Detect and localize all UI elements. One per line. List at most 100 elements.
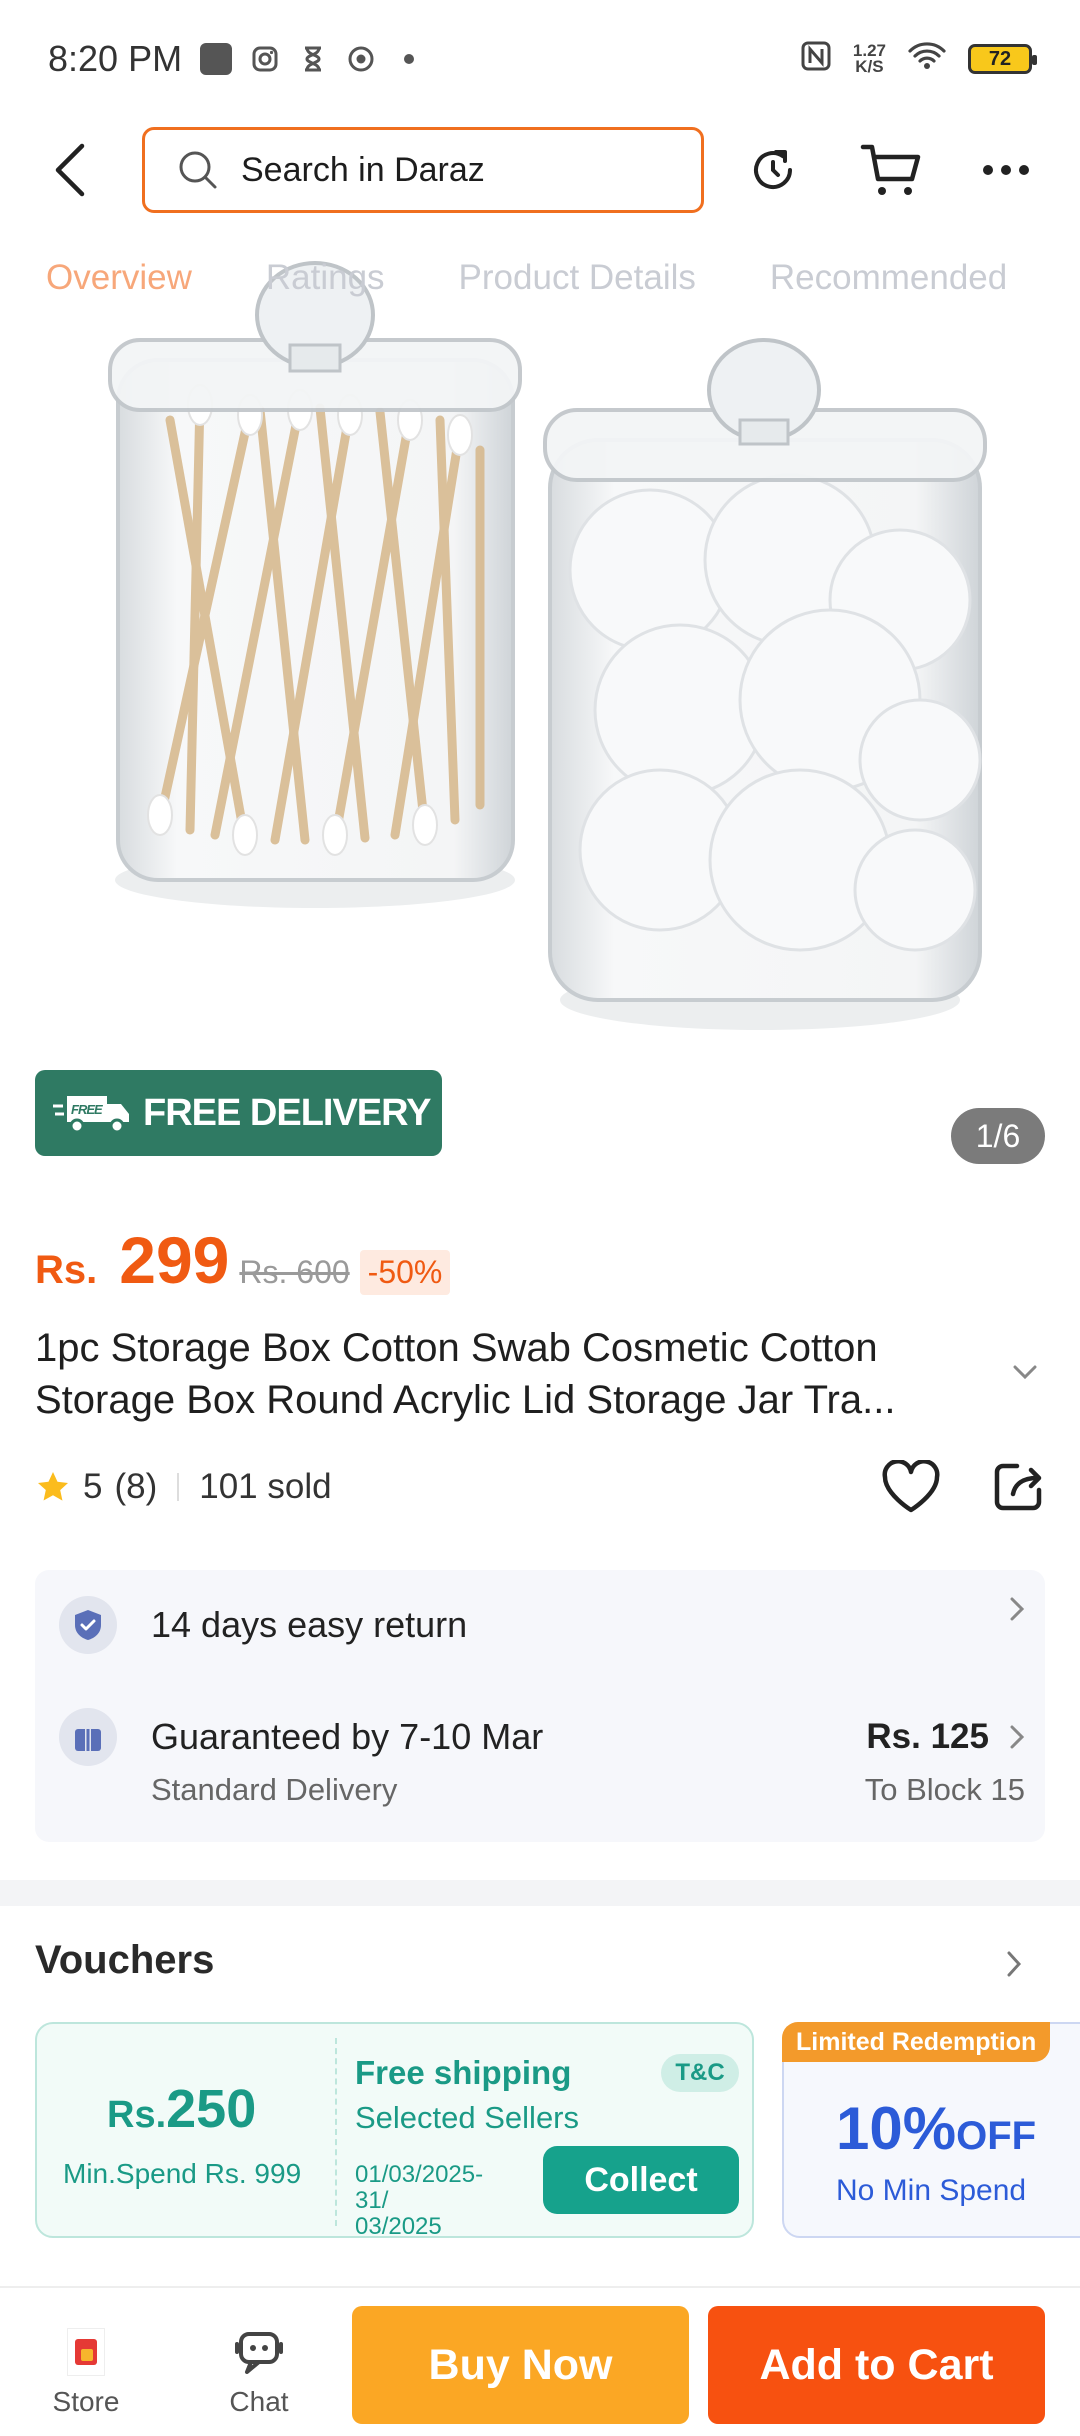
voucher-divider: [335, 2038, 337, 2226]
section-divider: [0, 1880, 1080, 1906]
delivery-info: Guaranteed by 7-10 Mar Standard Delivery: [151, 1708, 543, 1808]
product-title-line-2: Storage Box Round Acrylic Lid Storage Ja…: [35, 1378, 896, 1422]
refresh-icon[interactable]: [746, 143, 800, 197]
rating-row: 5 (8) 101 sold: [35, 1460, 1045, 1514]
product-title[interactable]: 1pc Storage Box Cotton Swab Cosmetic Cot…: [35, 1322, 1015, 1426]
limited-redemption-tag: Limited Redemption: [782, 2022, 1051, 2062]
voucher-title: Free shipping: [355, 2054, 572, 2091]
nfc-icon: [801, 38, 831, 80]
shield-check-icon: [59, 1596, 117, 1654]
dot-icon: [394, 44, 424, 74]
store-label: Store: [52, 2386, 120, 2417]
hourglass-icon: [298, 44, 328, 74]
status-left: 8:20 PM: [48, 38, 424, 80]
voucher-percent-value: 10%: [836, 2095, 957, 2162]
product-title-line-1: 1pc Storage Box Cotton Swab Cosmetic Cot…: [35, 1326, 878, 1370]
rating-value: 5: [83, 1467, 103, 1506]
app-square-icon: [200, 43, 233, 75]
tab-product-details[interactable]: Product Details: [459, 258, 696, 328]
chat-icon: [235, 2332, 283, 2374]
store-logo-icon: [67, 2328, 105, 2376]
free-delivery-badge: FREE FREE DELIVERY: [35, 1070, 442, 1156]
delivery-fee-block: Rs. 125 To Block 15: [865, 1708, 1025, 1808]
battery-icon: 72: [968, 44, 1037, 74]
tnc-badge[interactable]: T&C: [661, 2054, 739, 2092]
voucher-card-free-shipping: Rs.250 Min.Spend Rs. 999 Free shipping S…: [35, 2022, 754, 2240]
voucher-amount-value: 250: [166, 2079, 257, 2139]
wifi-icon: [908, 38, 946, 80]
delivery-row[interactable]: Guaranteed by 7-10 Mar Standard Delivery…: [59, 1708, 1025, 1808]
delivery-guarantee: Guaranteed by 7-10 Mar: [151, 1716, 544, 1757]
delivery-fee: Rs. 125: [866, 1717, 989, 1756]
tab-ratings[interactable]: Ratings: [266, 258, 385, 328]
status-time: 8:20 PM: [48, 38, 183, 79]
battery-level: 72: [988, 47, 1012, 70]
search-input[interactable]: Search in Daraz: [142, 127, 704, 213]
wishlist-heart-icon[interactable]: [881, 1460, 941, 1514]
discount-badge: -50%: [359, 1250, 451, 1295]
voucher-off: OFF: [956, 2114, 1037, 2158]
voucher-amount-prefix: Rs.: [107, 2094, 167, 2136]
sold-count: 101 sold: [199, 1467, 332, 1506]
rating-count[interactable]: (8): [114, 1467, 157, 1507]
chat-label: Chat: [229, 2386, 289, 2417]
more-icon[interactable]: [982, 164, 1030, 176]
net-speed-unit: K/S: [855, 57, 884, 76]
product-image: [108, 261, 987, 1030]
share-icon[interactable]: [993, 1460, 1045, 1514]
free-delivery-text: FREE DELIVERY: [143, 1091, 432, 1134]
return-text: 14 days easy return: [151, 1604, 468, 1645]
chevron-right-icon: [1009, 1724, 1025, 1750]
voucher-dates-line-1: 01/03/2025-31/: [355, 2161, 484, 2214]
return-chevron: [1009, 1596, 1025, 1622]
collect-button[interactable]: Collect: [543, 2146, 739, 2214]
chevron-down-icon[interactable]: [1012, 1364, 1038, 1385]
voucher-amount: Rs.250: [107, 2078, 256, 2140]
store-button[interactable]: Store: [26, 2326, 146, 2418]
tab-recommended[interactable]: Recommended: [770, 258, 1007, 328]
chat-button[interactable]: Chat: [199, 2326, 319, 2418]
product-actions: [881, 1460, 1045, 1514]
voucher-card-discount[interactable]: Limited Redemption 10%OFF No Min Spend: [782, 2022, 1080, 2238]
chevron-right-icon[interactable]: [1006, 1950, 1022, 1978]
voucher-condition: No Min Spend: [836, 2174, 1027, 2207]
image-counter: 1/6: [951, 1108, 1045, 1164]
tab-overview[interactable]: Overview: [46, 258, 192, 328]
return-policy-row[interactable]: 14 days easy return: [59, 1596, 1025, 1654]
buy-now-button[interactable]: Buy Now: [352, 2306, 689, 2424]
original-price: Rs. 600: [239, 1254, 350, 1290]
service-card: 14 days easy return Guaranteed by 7-10 M…: [35, 1570, 1045, 1842]
back-icon: [55, 143, 85, 197]
star-icon: [35, 1469, 71, 1505]
bottom-action-bar: Store Chat Buy Now Add to Cart: [0, 2286, 1080, 2436]
chevron-right-icon: [1009, 1596, 1025, 1622]
delivery-location: To Block 15: [864, 1772, 1025, 1807]
instagram-icon: [250, 44, 280, 74]
cart-icon[interactable]: [860, 141, 922, 199]
voucher-dates-line-2: 03/2025: [355, 2213, 442, 2240]
header-actions: [746, 141, 1040, 199]
search-icon: [177, 149, 219, 191]
price-row: Rs. 299 Rs. 600 -50%: [35, 1222, 451, 1298]
voucher-percent: 10%OFF: [836, 2094, 1036, 2163]
section-tabs: Overview Ratings Product Details Recomme…: [0, 258, 1080, 328]
header: Search in Daraz: [0, 120, 1080, 220]
vouchers-title: Vouchers: [35, 1938, 215, 1982]
price-value: 299: [119, 1223, 230, 1297]
status-bar: 8:20 PM 1.27 K/S 72: [0, 0, 1080, 118]
back-button[interactable]: [40, 140, 100, 200]
status-right: 1.27 K/S 72: [801, 38, 1037, 80]
net-speed: 1.27 K/S: [853, 42, 886, 76]
voucher-dates: 01/03/2025-31/ 03/2025: [355, 2162, 505, 2240]
delivery-box-icon: [59, 1708, 117, 1766]
price-currency: Rs.: [35, 1248, 98, 1292]
truck-icon: FREE: [53, 1090, 133, 1136]
chrome-icon: [346, 44, 376, 74]
divider: [177, 1473, 180, 1501]
add-to-cart-button[interactable]: Add to Cart: [708, 2306, 1045, 2424]
truck-badge-text: FREE: [71, 1102, 103, 1117]
voucher-subtitle: Selected Sellers: [355, 2100, 580, 2135]
product-image-carousel[interactable]: [0, 240, 1080, 1040]
search-placeholder: Search in Daraz: [241, 150, 485, 189]
delivery-type: Standard Delivery: [151, 1772, 398, 1807]
